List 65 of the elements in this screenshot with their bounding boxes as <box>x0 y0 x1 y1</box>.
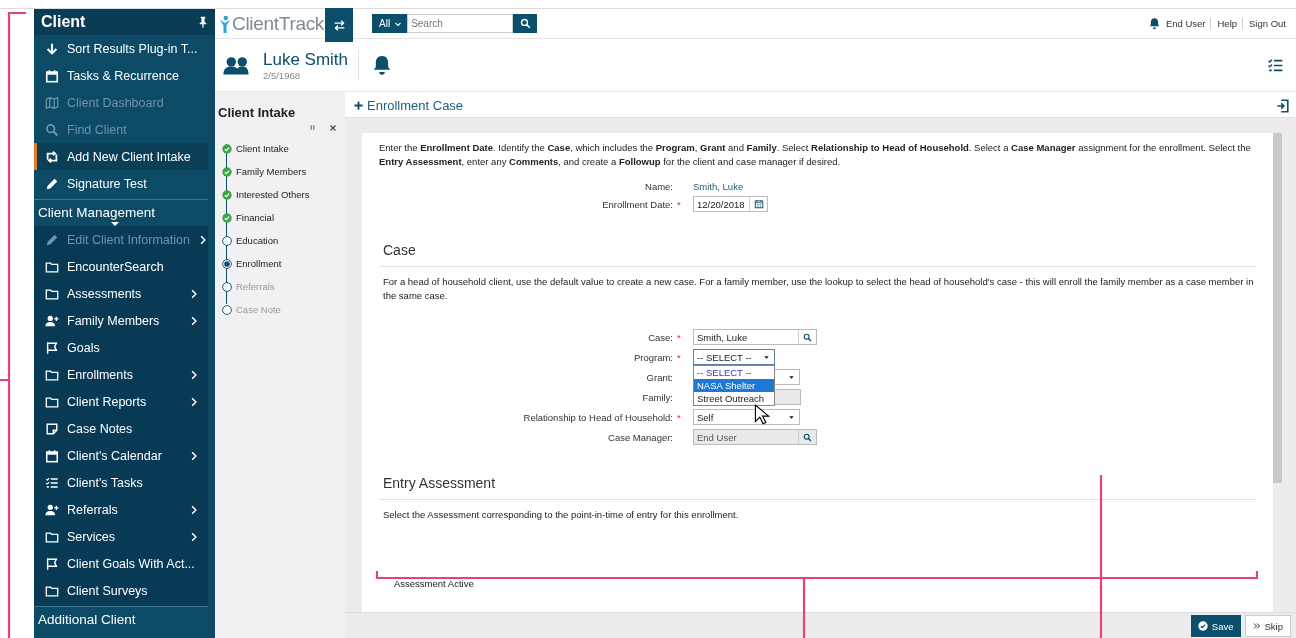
field-label: Case: <box>647 331 674 343</box>
sidebar-item[interactable]: EncounterSearch <box>34 253 208 280</box>
sidebar-item[interactable]: Client Reports <box>34 388 208 415</box>
sidebar-item[interactable]: Assessments <box>34 280 208 307</box>
select-field[interactable]: -- SELECT -- <box>693 349 775 365</box>
save-button[interactable]: Save <box>1190 615 1241 637</box>
section-text: Select the Assessment corresponding to the point-in-time of entry for this enrollment. <box>383 508 740 522</box>
sidebar-item[interactable]: Goals <box>34 334 208 361</box>
field-label: Family: <box>641 391 674 403</box>
workflow-step[interactable]: Interested Others <box>222 183 345 206</box>
form-title: Enrollment Case <box>367 98 464 113</box>
field-label: Program: <box>632 351 674 363</box>
workflow-step[interactable]: Family Members <box>222 160 345 183</box>
birth-date: 2/5/1968 <box>263 69 301 81</box>
logo-text: ClientTrack <box>232 12 325 35</box>
workflow-step[interactable]: Client Intake <box>222 137 345 160</box>
scope-dropdown[interactable]: All <box>372 14 408 33</box>
instructions-text: Enter the Enrollment Date. Identify the Case, which includes the Program, Grant and Family. Select Relationship to Head of Household. Select a Case Manager assignment for the enrollment. Select the Entry Assessment, enter any Comments, and create a Followup for the client and case manager if desired. <box>379 141 1252 169</box>
field-label: Assessment Active <box>394 578 474 589</box>
sidebar-item[interactable]: Client Surveys <box>34 577 208 604</box>
client-name: Luke Smith <box>263 49 349 70</box>
sidebar-item[interactable]: Signature Test <box>34 170 208 197</box>
workflow-step[interactable]: Education <box>222 229 345 252</box>
lookup-field[interactable]: Smith, Luke <box>693 329 817 345</box>
field-label: Grant: <box>645 371 674 383</box>
sidebar-item[interactable]: Client's Tasks <box>34 469 208 496</box>
required-asterisk: * <box>677 331 682 343</box>
required-asterisk: * <box>677 198 682 210</box>
skip-button[interactable]: Skip <box>1244 615 1291 637</box>
required-asterisk: * <box>677 351 682 363</box>
sidebar-item[interactable]: Family Members <box>34 307 208 334</box>
required-asterisk: * <box>677 411 682 423</box>
sidebar-item[interactable]: Client's Calendar <box>34 442 208 469</box>
sidebar-item[interactable]: Case Notes <box>34 415 208 442</box>
field-value: Smith, Luke <box>693 181 744 192</box>
sidebar-item[interactable]: Sort Results Plug-in T... <box>34 35 208 62</box>
section-header[interactable]: Client Management <box>34 200 215 226</box>
header-link[interactable]: Sign Out <box>1242 18 1286 29</box>
search-field[interactable]: Search <box>407 14 514 33</box>
field-label: Case Manager: <box>607 431 674 443</box>
header-link[interactable]: End User <box>1165 18 1206 29</box>
sidebar-item[interactable]: Enrollments <box>34 361 208 388</box>
sidebar-item[interactable]: Add New Client Intake <box>34 143 208 170</box>
sidebar-item[interactable]: Services <box>34 523 208 550</box>
sidebar-item[interactable]: Referrals <box>34 496 208 523</box>
dropdown-option[interactable]: NASA Shelter <box>694 379 774 392</box>
field-label: Name: <box>644 181 674 192</box>
workflow-step[interactable]: Financial <box>222 206 345 229</box>
panel-title: Client Intake <box>217 104 297 120</box>
section-title: Case <box>379 212 1257 267</box>
select-field[interactable]: Self <box>693 409 800 425</box>
date-field[interactable]: 12/20/2018 <box>693 196 768 212</box>
field-label: Enrollment Date: <box>601 198 674 210</box>
lookup-field[interactable]: End User <box>693 429 817 445</box>
sidebar-title: Client <box>41 13 86 31</box>
sidebar-item[interactable]: Client Goals With Act... <box>34 550 208 577</box>
header-link[interactable]: Help <box>1210 18 1238 29</box>
section-title: Entry Assessment <box>379 445 1257 500</box>
dropdown-option[interactable]: -- SELECT -- <box>694 366 774 379</box>
section-text: For a head of household client, use the default value to create a new case. For a family member, use the lookup to select the head of household's case - this will enroll the family member as a case member in the same case. <box>383 275 1255 303</box>
sidebar-item[interactable]: Tasks & Recurrence <box>34 62 208 89</box>
workflow-step[interactable]: Enrollment <box>222 252 345 275</box>
field-label: Relationship to Head of Household: <box>522 411 674 423</box>
section-header[interactable]: Additional Client <box>34 607 215 633</box>
dropdown-option[interactable]: Street Outreach <box>694 392 774 405</box>
